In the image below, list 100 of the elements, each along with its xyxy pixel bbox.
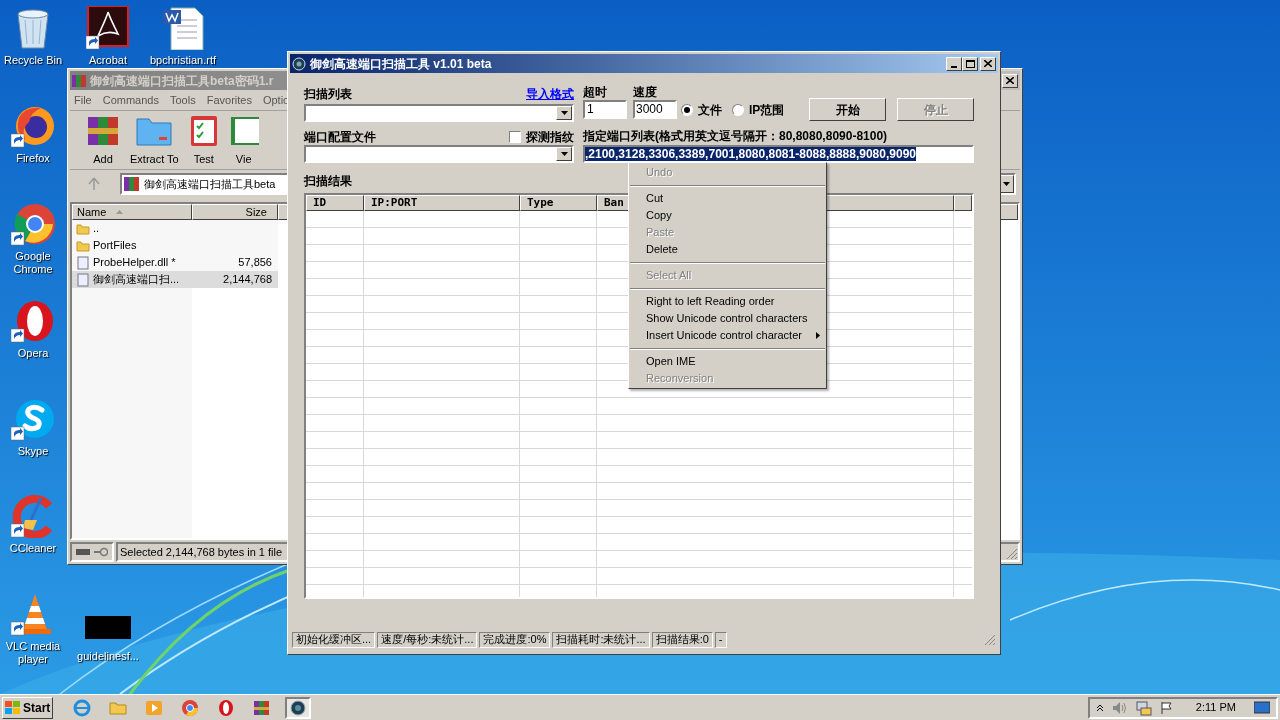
show-desktop-icon[interactable] — [1254, 700, 1270, 715]
menu-item[interactable]: Commands — [102, 91, 159, 109]
column-header[interactable]: ID — [306, 195, 364, 211]
close-button[interactable] — [980, 56, 996, 71]
file-name: 御剑高速端口扫... — [93, 272, 180, 288]
word-document-icon — [161, 6, 205, 50]
books-icon — [253, 698, 272, 717]
menu-item[interactable]: Cut — [629, 190, 826, 207]
start-button[interactable]: Start — [2, 696, 54, 719]
desktop-icon-label[interactable]: bpchristian.rtf — [150, 54, 216, 67]
menu-item[interactable]: Right to left Reading order — [629, 293, 826, 310]
books-icon — [124, 176, 140, 192]
file-name: PortFiles — [93, 238, 137, 254]
maximize-icon — [965, 59, 975, 68]
folder-icon — [76, 238, 90, 253]
status-segment: 扫描结果:0 — [651, 632, 713, 648]
dropdown-field[interactable] — [304, 104, 574, 122]
file-size: 57,856 — [237, 255, 272, 271]
file-row[interactable]: 御剑高速端口扫... 2,144,768 — [72, 271, 278, 288]
caret-down-icon — [1002, 182, 1010, 186]
start-button[interactable]: 开始 — [809, 98, 886, 121]
resize-grip-icon[interactable] — [984, 634, 996, 646]
maximize-button[interactable] — [962, 56, 978, 71]
radio-button[interactable] — [732, 104, 744, 116]
desktop-icon-label[interactable]: Google Chrome — [0, 250, 66, 276]
browser-icon — [11, 202, 55, 246]
flag-icon[interactable] — [1159, 700, 1174, 715]
drive-icon — [76, 548, 90, 556]
speed-field[interactable]: 3000 — [633, 100, 677, 119]
fingerprint-checkbox[interactable]: 探测指纹 — [509, 127, 574, 146]
file-icon — [76, 255, 90, 270]
desktop-icon-label[interactable]: Opera — [17, 347, 49, 360]
sort-arrow-icon — [116, 210, 124, 214]
field-label: 速度 — [633, 84, 658, 100]
caret-down-icon — [560, 152, 568, 156]
desktop-icon-label[interactable]: Skype — [17, 445, 49, 458]
network-icon[interactable] — [1135, 699, 1152, 716]
toolbar-button[interactable]: Add — [84, 112, 122, 167]
file-row[interactable]: .. — [72, 220, 278, 237]
dropdown-field[interactable] — [304, 145, 574, 163]
menu-item[interactable]: Show Unicode control characters — [629, 310, 826, 327]
key-icon — [94, 547, 108, 557]
menu-item[interactable]: Insert Unicode control character — [629, 327, 826, 344]
file-row[interactable]: ProbeHelper.dll * 57,856 — [72, 254, 278, 271]
play-icon — [145, 698, 164, 717]
import-format-link[interactable]: 导入格式 — [526, 85, 574, 103]
menu-item[interactable]: Open IME — [629, 353, 826, 370]
file-name: .. — [93, 221, 100, 237]
column-header[interactable]: Name — [72, 204, 192, 220]
menu-item[interactable]: File — [74, 91, 92, 109]
timeout-field[interactable]: 1 — [583, 100, 627, 119]
resize-grip-icon[interactable] — [1006, 548, 1018, 560]
status-segment: 扫描耗时:未统计... — [552, 632, 650, 648]
toolbar-button[interactable]: Test — [186, 112, 221, 167]
folder-icon — [76, 221, 90, 236]
submenu-arrow-icon — [816, 332, 820, 339]
browser-icon — [181, 698, 200, 717]
desktop-icon-label[interactable]: Acrobat — [89, 54, 127, 67]
c-broom-icon — [11, 494, 55, 538]
ring-icon — [11, 299, 55, 343]
dropdown-button[interactable] — [556, 147, 572, 161]
chevron-up-icon[interactable] — [1095, 703, 1104, 712]
taskbar-app-button[interactable] — [285, 696, 312, 719]
menu-item[interactable]: Copy — [629, 207, 826, 224]
close-icon — [1006, 77, 1014, 84]
column-header[interactable]: IP:PORT — [364, 195, 520, 211]
books-icon — [72, 73, 86, 88]
status-text: Selected 2,144,768 bytes in 1 file — [119, 544, 284, 560]
file-row[interactable]: PortFiles — [72, 237, 278, 254]
field-label: 超时 — [583, 84, 608, 100]
minimize-button[interactable] — [946, 56, 962, 71]
menu-item[interactable]: Delete — [629, 241, 826, 258]
port-list-field[interactable]: ,2100,3128,3306,3389,7001,8080,8081-8088,8888,9080,9090 — [583, 145, 974, 163]
column-header[interactable]: Size — [192, 204, 278, 220]
desktop-icon-label[interactable]: Recycle Bin — [3, 54, 63, 67]
status-segment: 初始化缓冲区... — [292, 632, 376, 648]
desktop-icon-label[interactable]: Firefox — [16, 152, 50, 165]
menu-item[interactable]: Favorites — [206, 91, 252, 109]
s-cloud-icon — [11, 397, 55, 441]
status-segment: - — [714, 632, 727, 648]
menu-item[interactable]: Tools — [170, 91, 196, 109]
close-icon — [984, 60, 992, 67]
toolbar-button[interactable]: Vie — [226, 112, 261, 167]
clock[interactable]: 2:11 PM — [1195, 699, 1236, 716]
section-label: 扫描结果 — [304, 173, 352, 190]
browser-icon — [73, 698, 92, 717]
toolbar-button[interactable]: Extract To — [128, 112, 181, 167]
column-header[interactable] — [954, 195, 972, 211]
window-title: 御剑高速端口扫描工具beta密码1.r — [90, 72, 274, 90]
close-button[interactable] — [1002, 73, 1018, 88]
file-icon — [76, 272, 90, 287]
file-size: 2,144,768 — [222, 272, 272, 288]
status-segment: 速度/每秒:未统计... — [377, 632, 478, 648]
radio-button[interactable] — [681, 104, 693, 116]
dropdown-button[interactable] — [556, 106, 572, 120]
globe-icon — [289, 698, 308, 717]
radio-option[interactable]: IP范围 — [732, 101, 785, 119]
radio-option[interactable]: 文件 — [681, 101, 722, 119]
pdf-app-icon — [86, 6, 130, 50]
column-header[interactable]: Type — [520, 195, 597, 211]
